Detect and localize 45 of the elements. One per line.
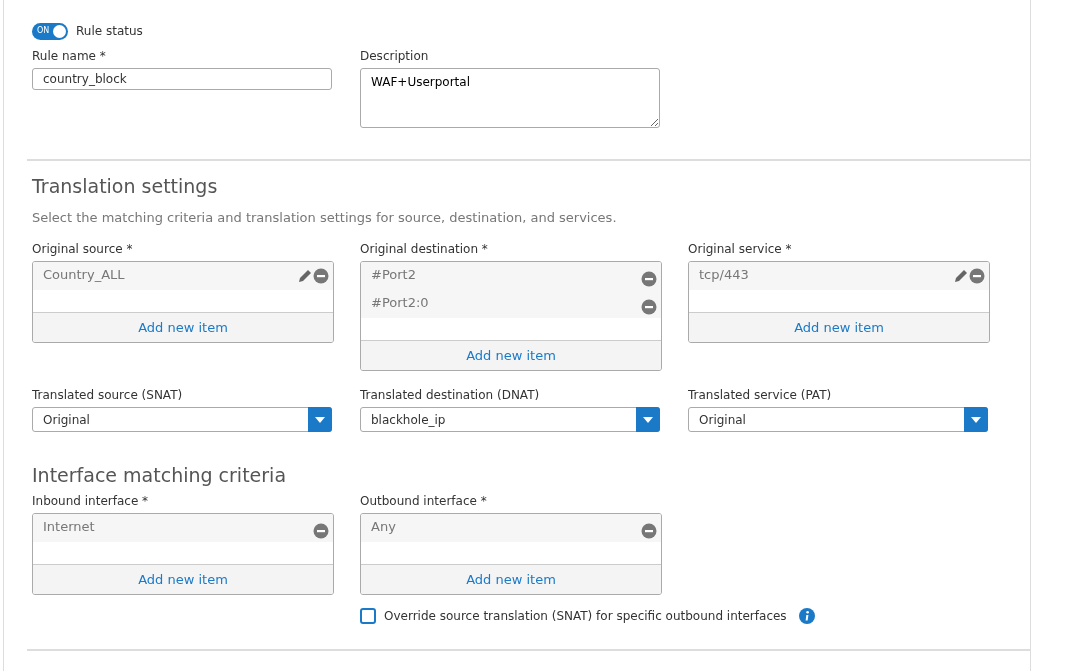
list-item: tcp/443 — [699, 266, 750, 285]
dropdown[interactable]: blackhole_ip — [360, 407, 660, 433]
section-description: Select the matching criteria and translation settings for source, destination, and services. — [32, 208, 618, 227]
field-label: Translated destination (DNAT) — [360, 387, 541, 404]
text-field[interactable]: country_block — [32, 68, 332, 90]
status-toggle[interactable]: ON — [32, 22, 68, 40]
caret-icon[interactable] — [643, 416, 653, 423]
list-item: Country_ALL — [43, 266, 126, 285]
dropdown[interactable]: Original — [688, 407, 988, 433]
info-icon[interactable] — [798, 608, 815, 625]
remove-icon[interactable] — [641, 523, 657, 540]
remove-icon[interactable] — [641, 271, 657, 288]
field-label: Original destination * — [360, 241, 489, 258]
add-item-button[interactable]: Add new item — [361, 340, 661, 371]
section-heading: Translation settings — [32, 175, 219, 198]
dropdown[interactable]: Original — [32, 407, 332, 433]
list-item: Any — [371, 518, 397, 537]
field-label: Inbound interface * — [32, 493, 150, 510]
toggle-label: Rule status — [76, 23, 143, 40]
caret-icon[interactable] — [971, 416, 981, 423]
textarea-field[interactable]: WAF+Userportal — [360, 68, 660, 128]
checkbox-label: Override source translation (SNAT) for specific outbound interfaces — [384, 608, 787, 626]
field-label: Description — [360, 48, 430, 64]
field-label: Rule name * — [32, 48, 107, 64]
field-label: Outbound interface * — [360, 493, 488, 510]
add-item-button[interactable]: Add new item — [33, 564, 333, 595]
remove-icon[interactable] — [969, 268, 985, 285]
list-item: #Port2 — [371, 266, 417, 285]
section-heading: Interface matching criteria — [32, 464, 288, 488]
checkbox[interactable] — [360, 608, 376, 625]
list-item: Internet — [43, 518, 96, 537]
field-label: Translated source (SNAT) — [32, 387, 184, 404]
remove-icon[interactable] — [313, 523, 329, 540]
remove-icon[interactable] — [313, 268, 329, 285]
pencil-icon[interactable] — [297, 268, 313, 285]
add-item-button[interactable]: Add new item — [33, 312, 333, 343]
field-label: Original service * — [688, 241, 793, 258]
field-label: Translated service (PAT) — [688, 387, 833, 404]
pencil-icon[interactable] — [953, 268, 969, 285]
caret-icon[interactable] — [315, 416, 325, 423]
add-item-button[interactable]: Add new item — [361, 564, 661, 595]
field-label: Original source * — [32, 241, 134, 258]
add-item-button[interactable]: Add new item — [689, 312, 989, 343]
list-item: #Port2:0 — [371, 294, 430, 313]
remove-icon[interactable] — [641, 299, 657, 316]
